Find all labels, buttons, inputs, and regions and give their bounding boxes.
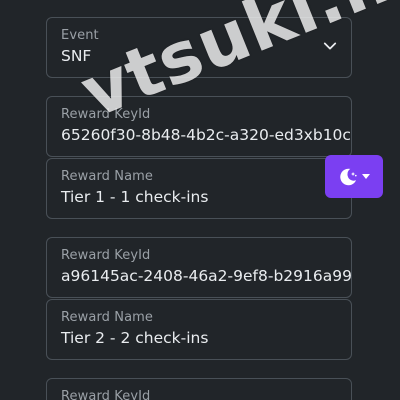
reward-2-keyid-input[interactable]: Reward KeyId a96145ac-2408-46a2-9ef8-b29… — [46, 237, 352, 298]
reward-2-name-label: Reward Name — [61, 310, 153, 325]
theme-toggle-button[interactable] — [325, 155, 383, 198]
reward-2-name-value: Tier 2 - 2 check-ins — [61, 329, 209, 347]
reward-1-name-input[interactable]: Reward Name Tier 1 - 1 check-ins — [46, 158, 352, 219]
reward-2-keyid-value: a96145ac-2408-46a2-9ef8-b2916a99 — [61, 267, 352, 285]
form-page: Event SNF Reward KeyId 65260f30-8b48-4b2… — [0, 0, 400, 400]
reward-1-name-value: Tier 1 - 1 check-ins — [61, 188, 209, 206]
moon-stars-icon — [340, 168, 357, 186]
reward-2-keyid-label: Reward KeyId — [61, 248, 151, 263]
reward-3-keyid-input[interactable]: Reward KeyId — [46, 378, 352, 400]
reward-2-name-input[interactable]: Reward Name Tier 2 - 2 check-ins — [46, 299, 352, 360]
reward-1-name-label: Reward Name — [61, 169, 153, 184]
event-select[interactable]: Event SNF — [46, 17, 352, 78]
event-label: Event — [61, 28, 99, 43]
event-value: SNF — [61, 47, 92, 65]
caret-down-icon — [362, 174, 370, 179]
chevron-down-icon — [323, 42, 337, 50]
reward-1-keyid-input[interactable]: Reward KeyId 65260f30-8b48-4b2c-a320-ed3… — [46, 96, 352, 157]
reward-3-keyid-label: Reward KeyId — [61, 389, 151, 400]
reward-1-keyid-value: 65260f30-8b48-4b2c-a320-ed3xb10c — [61, 126, 351, 144]
reward-1-keyid-label: Reward KeyId — [61, 107, 151, 122]
